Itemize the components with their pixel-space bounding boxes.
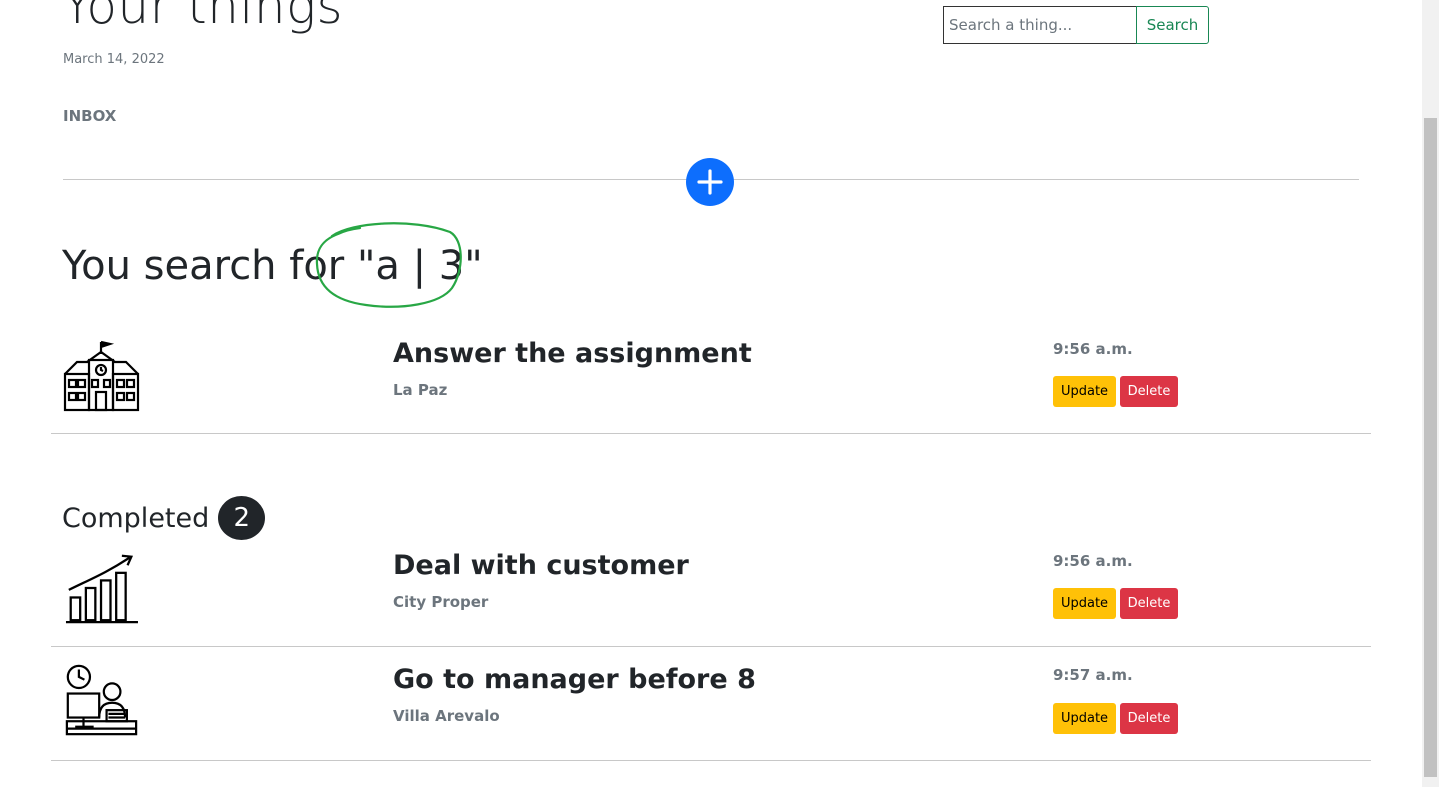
item-time: 9:56 a.m.	[1053, 340, 1133, 358]
update-button[interactable]: Update	[1053, 703, 1116, 734]
item-location: Villa Arevalo	[393, 707, 500, 725]
item-title: Go to manager before 8	[393, 664, 756, 695]
completed-heading: Completed 2	[62, 496, 266, 540]
delete-button[interactable]: Delete	[1120, 703, 1178, 734]
search-result-prefix: You search for	[62, 243, 345, 289]
page-date: March 14, 2022	[63, 52, 165, 67]
item-location: City Proper	[393, 593, 489, 611]
list-item: Deal with customer City Proper 9:56 a.m.…	[51, 550, 1371, 647]
update-button[interactable]: Update	[1053, 376, 1116, 407]
delete-button[interactable]: Delete	[1120, 588, 1178, 619]
item-time: 9:57 a.m.	[1053, 666, 1133, 684]
item-time: 9:56 a.m.	[1053, 552, 1133, 570]
item-title: Answer the assignment	[393, 338, 752, 369]
scrollbar[interactable]	[1422, 0, 1439, 787]
update-button[interactable]: Update	[1053, 588, 1116, 619]
completed-label: Completed	[62, 502, 210, 534]
inbox-label: INBOX	[63, 107, 117, 125]
item-title: Deal with customer	[393, 550, 689, 581]
office-worker-icon	[65, 664, 138, 736]
search-button[interactable]: Search	[1136, 6, 1209, 44]
page-title: Your things	[62, 0, 344, 35]
search-input[interactable]	[943, 6, 1136, 44]
search-result-heading: You search for "a | 3"	[62, 240, 483, 292]
plus-icon	[697, 169, 723, 195]
list-item: Answer the assignment La Paz 9:56 a.m. U…	[51, 338, 1371, 434]
search-query: "a | 3"	[356, 243, 483, 289]
item-location: La Paz	[393, 381, 448, 399]
list-item: Go to manager before 8 Villa Arevalo 9:5…	[51, 664, 1371, 761]
scrollbar-thumb[interactable]	[1424, 118, 1437, 777]
completed-count-badge: 2	[218, 496, 266, 540]
school-icon	[63, 340, 140, 412]
add-thing-button[interactable]	[686, 158, 734, 206]
growth-chart-icon	[65, 554, 138, 624]
search-form: Search	[943, 6, 1209, 44]
delete-button[interactable]: Delete	[1120, 376, 1178, 407]
